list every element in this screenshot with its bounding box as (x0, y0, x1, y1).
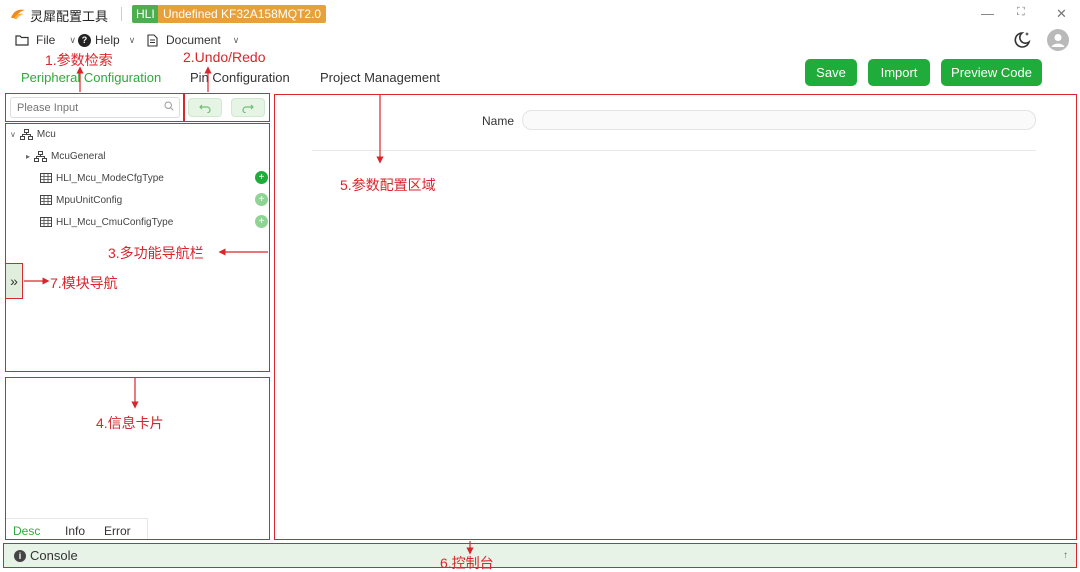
tab-peripheral-configuration[interactable]: Peripheral Configuration (21, 70, 161, 85)
menu-document-label: Document (166, 33, 221, 47)
annotation-box-config-area (274, 94, 1077, 540)
chevron-down-icon: ∨ (128, 34, 136, 45)
menu-help[interactable]: ? Help ∨ (78, 32, 135, 48)
tab-project-management[interactable]: Project Management (320, 70, 440, 85)
menu-document[interactable]: Document ∨ (147, 32, 239, 48)
console-bar[interactable]: i Console ↑ (3, 543, 1077, 568)
app-title: 灵犀配置工具 (30, 9, 109, 24)
annotation-label: 3.多功能导航栏 (108, 245, 204, 261)
chevron-down-icon: ∨ (232, 34, 240, 45)
info-icon: i (14, 549, 26, 562)
annotation-label: 5.参数配置区域 (340, 177, 436, 193)
annotation-label: 7.模块导航 (50, 275, 118, 291)
annotation-label: 1.参数检索 (45, 52, 113, 68)
help-icon: ? (78, 33, 91, 47)
tab-pin-configuration[interactable]: Pin Configuration (190, 70, 290, 85)
annotation-box-search (5, 93, 184, 122)
menu-file-label: File (36, 33, 56, 47)
document-icon (147, 33, 158, 47)
annotation-label: 6.控制台 (440, 555, 494, 571)
menu-file[interactable]: File ∨ (15, 32, 76, 48)
annotation-label: 4.信息卡片 (96, 415, 164, 431)
theme-toggle-icon[interactable] (1012, 30, 1032, 50)
console-label: Console (30, 548, 78, 563)
minimize-button[interactable]: — (981, 6, 994, 21)
annotation-box-info-card (5, 377, 270, 540)
annotation-label: 2.Undo/Redo (183, 49, 266, 65)
save-button[interactable]: Save (805, 59, 857, 86)
maximize-button[interactable]: ⛶ (1017, 6, 1025, 19)
hli-badge: HLI (132, 5, 159, 23)
chevron-down-icon: ∨ (69, 34, 76, 45)
app-logo-icon (11, 9, 25, 19)
import-button[interactable]: Import (868, 59, 930, 86)
annotation-box-undo-redo (184, 93, 270, 122)
preview-code-button[interactable]: Preview Code (941, 59, 1042, 86)
user-avatar[interactable] (1047, 29, 1069, 51)
close-button[interactable]: ✕ (1056, 6, 1067, 22)
menu-help-label: Help (95, 33, 120, 47)
user-icon (1051, 34, 1065, 47)
folder-icon (15, 35, 29, 46)
chevron-up-icon[interactable]: ↑ (1063, 550, 1068, 561)
chip-badge: Undefined KF32A158MQT2.0 (158, 5, 327, 23)
title-divider (121, 7, 122, 21)
